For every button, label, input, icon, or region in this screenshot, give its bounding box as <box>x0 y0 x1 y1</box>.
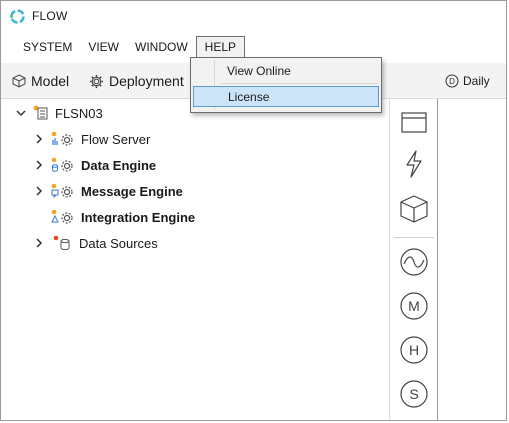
server-icon <box>33 105 49 121</box>
tree-label-message-engine: Message Engine <box>81 183 183 199</box>
wave-icon[interactable] <box>399 247 429 277</box>
svg-text:H: H <box>409 342 419 358</box>
tree-row-integration-engine[interactable]: Integration Engine <box>51 206 195 228</box>
menu-item-license[interactable]: License <box>193 86 379 107</box>
tree-label-data-sources: Data Sources <box>79 235 158 251</box>
palette-tool-strip: M H S <box>389 99 438 420</box>
menu-view[interactable]: VIEW <box>80 36 127 58</box>
message-engine-gear-icon <box>51 183 75 199</box>
flow-logo-icon <box>10 8 25 24</box>
circle-s-icon[interactable]: S <box>399 379 429 409</box>
tree-row-message-engine[interactable]: Message Engine <box>33 180 183 202</box>
menu-system[interactable]: SYSTEM <box>15 36 80 58</box>
chevron-right-icon[interactable] <box>33 133 45 145</box>
menu-help[interactable]: HELP <box>195 36 246 58</box>
title-bar: FLOW <box>1 1 506 31</box>
tab-model[interactable]: Model <box>12 63 69 99</box>
tab-model-label: Model <box>31 73 70 89</box>
gear-icon <box>89 74 104 89</box>
app-window: FLOW SYSTEM VIEW WINDOW HELP Model Deplo… <box>0 0 507 421</box>
tree-label-flow-server: Flow Server <box>81 131 151 147</box>
menu-window[interactable]: WINDOW <box>127 36 196 58</box>
editor-canvas[interactable] <box>438 99 506 420</box>
window-icon[interactable] <box>399 107 429 137</box>
cube-outline-icon[interactable] <box>399 194 429 224</box>
svg-text:S: S <box>409 386 418 402</box>
lightning-icon[interactable] <box>399 149 429 179</box>
database-icon <box>51 235 73 251</box>
cube-icon <box>12 74 26 88</box>
daily-button[interactable]: D Daily <box>445 63 490 99</box>
tree-row-data-engine[interactable]: Data Engine <box>33 154 156 176</box>
tree-row-flow-server[interactable]: Flow Server <box>33 128 150 150</box>
chevron-right-icon[interactable] <box>33 159 45 171</box>
menu-bar: SYSTEM VIEW WINDOW HELP <box>1 35 246 59</box>
tree-row-data-sources[interactable]: Data Sources <box>33 232 158 254</box>
daily-label: Daily <box>463 74 490 88</box>
chevron-down-icon[interactable] <box>15 107 27 119</box>
data-engine-gear-icon <box>51 157 75 173</box>
daily-badge-icon: D <box>445 74 459 88</box>
flow-server-gear-icon <box>51 131 75 147</box>
menu-item-view-online[interactable]: View Online <box>193 60 379 81</box>
chevron-right-icon[interactable] <box>33 185 45 197</box>
tree-label-integration-engine: Integration Engine <box>81 209 196 225</box>
circle-h-icon[interactable]: H <box>399 335 429 365</box>
tree-root-label: FLSN03 <box>55 105 103 121</box>
menu-separator <box>221 83 378 84</box>
tool-separator <box>394 237 434 238</box>
circle-m-icon[interactable]: M <box>399 291 429 321</box>
tab-deployment[interactable]: Deployment <box>89 63 184 99</box>
tab-deployment-label: Deployment <box>109 73 184 89</box>
app-title: FLOW <box>32 9 68 23</box>
svg-text:D: D <box>449 77 455 86</box>
chevron-right-icon[interactable] <box>33 237 45 249</box>
tree-label-data-engine: Data Engine <box>81 157 157 173</box>
tree-row-root[interactable]: FLSN03 <box>15 102 103 124</box>
help-dropdown-menu: View Online License <box>190 57 382 113</box>
svg-text:M: M <box>408 298 420 314</box>
integration-engine-gear-icon <box>51 209 75 225</box>
